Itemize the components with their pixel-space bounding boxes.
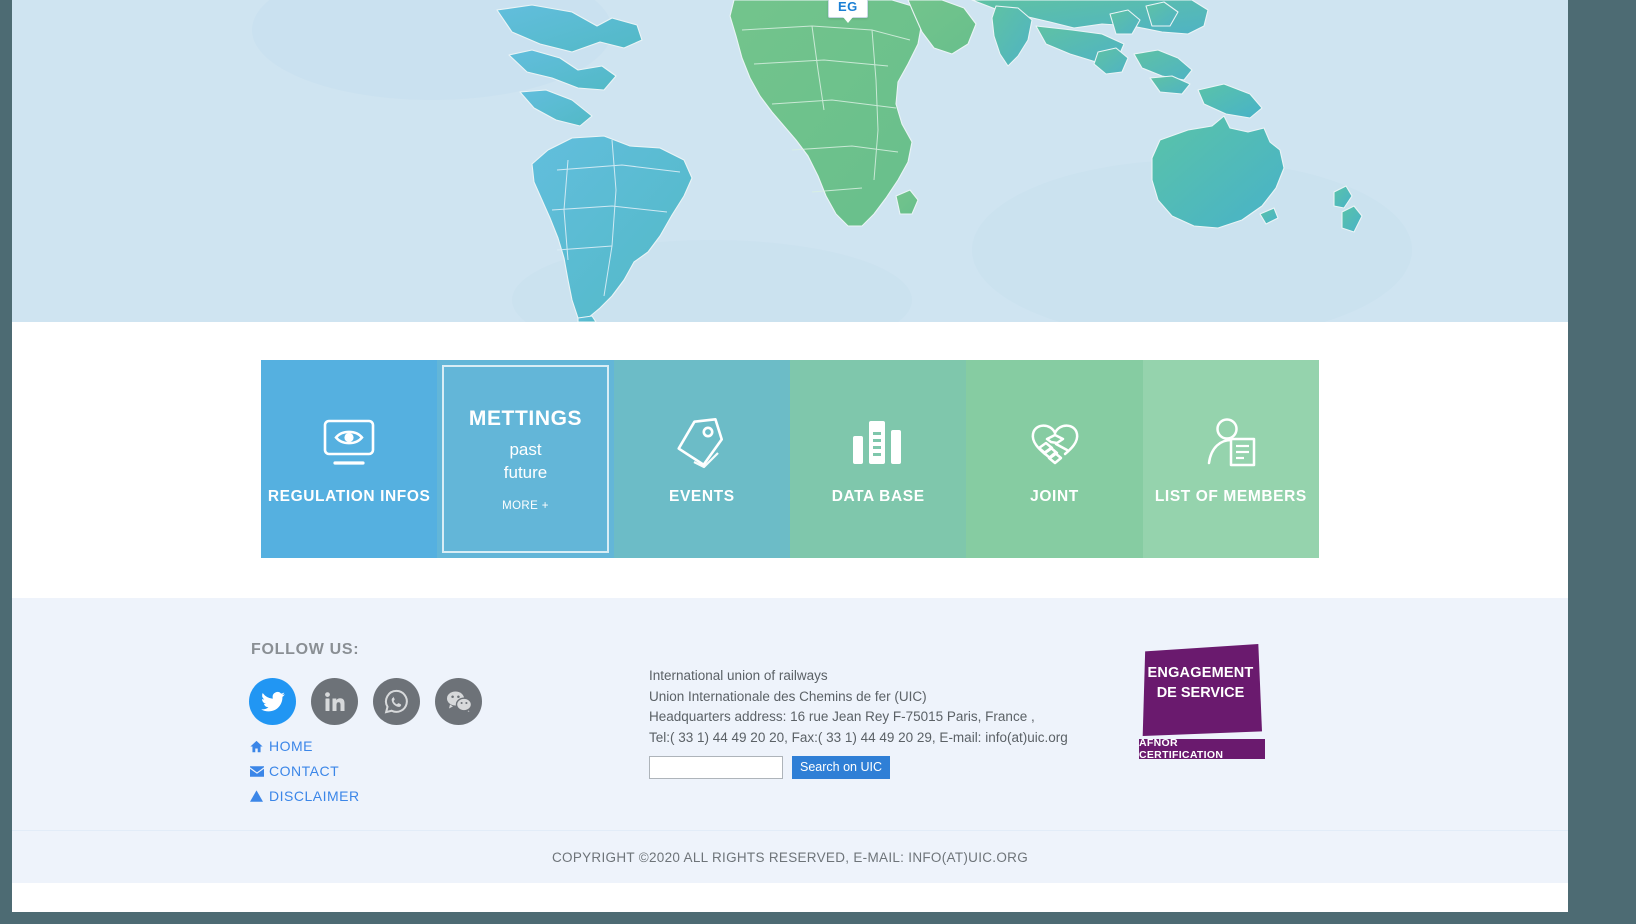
tile-joint[interactable]: JOINT <box>966 360 1143 558</box>
tile-more-link[interactable]: MORE + <box>502 500 549 512</box>
follow-us-label: FOLLOW US: <box>251 641 360 658</box>
person-document-icon <box>1203 412 1259 474</box>
linkedin-icon <box>324 691 344 711</box>
copyright-bar: COPYRIGHT ©2020 ALL RIGHTS RESERVED, E-M… <box>12 830 1568 883</box>
warning-triangle-icon <box>250 790 269 802</box>
tag-icon <box>674 412 730 474</box>
bar-chart-icon <box>851 412 905 474</box>
quick-links-section: REGULATION INFOS METTINGS past future MO… <box>12 322 1568 598</box>
twitter-icon <box>260 691 285 711</box>
social-whatsapp-button[interactable] <box>373 678 420 725</box>
address-line: Union Internationale des Chemins de fer … <box>649 688 927 704</box>
footer-links: HOME CONTACT DISCLAIMER <box>250 738 360 813</box>
tile-label: JOINT <box>1030 488 1079 505</box>
page-root: EG REGULATION INFOS METTINGS past future… <box>12 0 1568 912</box>
address-line: Tel:( 33 1) 44 49 20 20, Fax:( 33 1) 44 … <box>649 729 1068 745</box>
afnor-bar: AFNOR CERTIFICATION <box>1139 737 1265 761</box>
tile-sublabel-past[interactable]: past <box>509 440 541 460</box>
footer-link-contact[interactable]: CONTACT <box>250 763 360 779</box>
tile-mettings-frame: METTINGS past future MORE + <box>442 365 609 553</box>
handshake-heart-icon <box>1025 412 1085 474</box>
tile-label: DATA BASE <box>831 488 925 505</box>
envelope-icon <box>250 765 269 777</box>
footer-link-label: CONTACT <box>269 763 340 779</box>
social-twitter-button[interactable] <box>249 678 296 725</box>
search-submit-button[interactable]: Search on UIC <box>792 756 890 779</box>
map-tooltip-eg[interactable]: EG <box>828 0 868 23</box>
footer-link-disclaimer[interactable]: DISCLAIMER <box>250 788 360 804</box>
site-search-form: Search on UIC <box>649 756 890 779</box>
footer-link-home[interactable]: HOME <box>250 738 360 754</box>
social-linkedin-button[interactable] <box>311 678 358 725</box>
quick-links-row: REGULATION INFOS METTINGS past future MO… <box>261 360 1319 558</box>
tile-events[interactable]: EVENTS <box>613 360 791 558</box>
wechat-icon <box>446 691 472 714</box>
footer-link-label: HOME <box>269 738 313 754</box>
world-map-hero[interactable]: EG <box>12 0 1568 322</box>
footer-inner: FOLLOW US: HOME CONTACT DISCLAIMER Inter… <box>12 626 1568 808</box>
address-line: International union of railways <box>649 668 828 683</box>
tile-label: EVENTS <box>669 488 735 505</box>
search-input[interactable] <box>649 756 783 779</box>
tile-mettings[interactable]: METTINGS past future MORE + <box>437 360 614 558</box>
copyright-text: COPYRIGHT ©2020 ALL RIGHTS RESERVED, E-M… <box>551 849 1029 865</box>
afnor-line-1: ENGAGEMENT <box>1147 665 1254 681</box>
tile-data-base[interactable]: DATA BASE <box>790 360 967 558</box>
tile-sublabel-future[interactable]: future <box>504 463 547 483</box>
tile-label: LIST OF MEMBERS <box>1154 488 1307 505</box>
tile-label: METTINGS <box>468 406 583 430</box>
footer: FOLLOW US: HOME CONTACT DISCLAIMER Inter… <box>12 598 1568 830</box>
afnor-certification-badge: ENGAGEMENT DE SERVICE AFNOR CERTIFICATIO… <box>1139 644 1269 762</box>
eye-monitor-icon <box>322 412 376 474</box>
social-wechat-button[interactable] <box>435 678 482 725</box>
tile-regulation-infos[interactable]: REGULATION INFOS <box>261 360 438 558</box>
footer-link-label: DISCLAIMER <box>269 788 360 804</box>
whatsapp-icon <box>384 689 408 714</box>
afnor-plate: ENGAGEMENT DE SERVICE <box>1142 644 1262 736</box>
organization-address: International union of railways Union In… <box>649 666 1068 748</box>
address-line: Headquarters address: 16 rue Jean Rey F-… <box>649 709 1035 724</box>
afnor-line-2: DE SERVICE <box>1156 685 1245 701</box>
tile-list-of-members[interactable]: LIST OF MEMBERS <box>1142 360 1319 558</box>
social-links <box>249 678 482 725</box>
afnor-bar-label: AFNOR CERTIFICATION <box>1139 737 1224 761</box>
tile-label: REGULATION INFOS <box>267 488 431 505</box>
home-icon <box>250 740 269 753</box>
world-map-svg[interactable] <box>12 0 1568 322</box>
